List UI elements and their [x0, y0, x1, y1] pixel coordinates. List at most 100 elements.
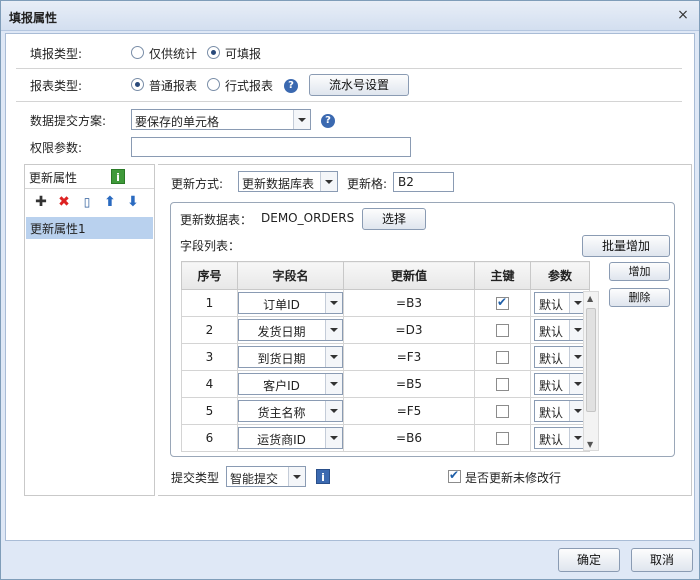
param-select[interactable]: 默认	[533, 427, 587, 449]
help-icon[interactable]: ?	[321, 114, 335, 128]
update-value-cell[interactable]: =F3	[343, 343, 475, 371]
fill-properties-dialog: 填报属性 × 填报类型: 仅供统计 可填报 报表类型: 普通报表 行式报表 ? …	[0, 0, 700, 580]
chevron-down-icon[interactable]	[325, 428, 342, 448]
serial-number-settings-button[interactable]: 流水号设置	[309, 74, 409, 96]
primary-key-checkbox[interactable]	[496, 351, 509, 364]
update-unmodified-label[interactable]: 是否更新未修改行	[465, 469, 561, 486]
table-row[interactable]: 6 运货商ID =B6 默认	[181, 424, 590, 452]
radio-stat-only[interactable]	[131, 46, 144, 59]
remove-field-button[interactable]: 删除	[609, 288, 670, 307]
radio-stat-only-label[interactable]: 仅供统计	[149, 45, 197, 62]
move-up-icon[interactable]: ⬆	[103, 194, 117, 210]
radio-normal-report[interactable]	[131, 78, 144, 91]
permission-input[interactable]	[131, 137, 411, 157]
chevron-down-icon[interactable]	[325, 374, 342, 394]
row-number: 4	[181, 370, 238, 398]
param-cell: 默认	[530, 370, 590, 398]
scroll-down-icon[interactable]: ▼	[587, 440, 593, 449]
field-name-select[interactable]: 运货商ID	[238, 427, 343, 449]
cancel-button[interactable]: 取消	[631, 548, 693, 572]
field-name-select[interactable]: 订单ID	[238, 292, 343, 314]
chevron-down-icon[interactable]	[293, 110, 310, 129]
field-name-value: 到货日期	[257, 352, 306, 366]
field-name-select[interactable]: 货主名称	[238, 400, 343, 422]
col-header: 参数	[530, 261, 590, 290]
submit-plan-select[interactable]: 要保存的单元格	[131, 109, 311, 130]
update-cell-input[interactable]: B2	[393, 172, 454, 192]
help-icon[interactable]: ?	[284, 79, 298, 93]
list-item[interactable]: 更新属性1	[26, 217, 153, 239]
field-name-cell: 客户ID	[237, 370, 344, 398]
delete-icon[interactable]: ✖	[57, 194, 71, 210]
chevron-down-icon[interactable]	[325, 347, 342, 367]
submit-plan-label: 数据提交方案:	[30, 114, 107, 128]
primary-key-checkbox[interactable]	[496, 432, 509, 445]
radio-normal-report-label[interactable]: 普通报表	[149, 77, 197, 94]
title-bar: 填报属性 ×	[1, 1, 699, 31]
panel-title: 更新属性	[29, 171, 78, 185]
table-row[interactable]: 2 发货日期 =D3 默认	[181, 316, 590, 344]
scroll-up-icon[interactable]: ▲	[587, 294, 593, 303]
radio-row-report-label[interactable]: 行式报表	[225, 77, 273, 94]
info-icon[interactable]: i	[316, 469, 330, 484]
primary-key-checkbox[interactable]	[496, 295, 509, 310]
update-mode-value: 更新数据库表	[242, 177, 315, 191]
primary-key-checkbox[interactable]	[496, 324, 509, 337]
param-select[interactable]: 默认	[533, 400, 587, 422]
primary-key-checkbox[interactable]	[496, 405, 509, 418]
chevron-down-icon[interactable]	[325, 401, 342, 421]
info-icon[interactable]: i	[111, 169, 125, 184]
table-row[interactable]: 4 客户ID =B5 默认	[181, 370, 590, 398]
update-value-cell[interactable]: =B6	[343, 424, 475, 452]
radio-row-report[interactable]	[207, 78, 220, 91]
radio-fillable-label[interactable]: 可填报	[225, 45, 261, 62]
fill-type-label: 填报类型:	[30, 47, 83, 61]
update-value-cell[interactable]: =B5	[343, 370, 475, 398]
select-table-button[interactable]: 选择	[362, 208, 426, 230]
primary-key-checkbox[interactable]	[496, 378, 509, 391]
chevron-down-icon[interactable]	[325, 320, 342, 340]
grid-scrollbar[interactable]: ▲ ▼	[583, 291, 599, 451]
add-icon[interactable]: ✚	[34, 194, 48, 210]
update-table-name: DEMO_ORDERS	[261, 211, 355, 225]
primary-key-cell	[474, 424, 531, 452]
copy-icon[interactable]: ▯	[80, 194, 94, 210]
table-row[interactable]: 5 货主名称 =F5 默认	[181, 397, 590, 425]
col-header: 字段名	[237, 261, 344, 290]
param-select[interactable]: 默认	[533, 346, 587, 368]
update-mode-select[interactable]: 更新数据库表	[238, 171, 338, 192]
close-icon[interactable]: ×	[675, 7, 691, 23]
chevron-down-icon[interactable]	[325, 293, 342, 313]
report-type-label: 报表类型:	[30, 79, 83, 93]
update-mode-label: 更新方式:	[171, 177, 224, 191]
radio-fillable[interactable]	[207, 46, 220, 59]
update-value-cell[interactable]: =F5	[343, 397, 475, 425]
param-select[interactable]: 默认	[533, 292, 587, 314]
chevron-down-icon[interactable]	[320, 172, 337, 191]
param-select[interactable]: 默认	[533, 319, 587, 341]
batch-add-button[interactable]: 批量增加	[582, 235, 670, 257]
col-header: 主键	[474, 261, 531, 290]
param-value: 默认	[538, 406, 563, 420]
update-unmodified-checkbox[interactable]	[448, 468, 461, 483]
ok-button[interactable]: 确定	[558, 548, 620, 572]
divider	[16, 68, 682, 69]
field-name-select[interactable]: 到货日期	[238, 346, 343, 368]
primary-key-cell	[474, 316, 531, 344]
table-row[interactable]: 3 到货日期 =F3 默认	[181, 343, 590, 371]
field-name-select[interactable]: 发货日期	[238, 319, 343, 341]
update-value-cell[interactable]: =B3	[343, 289, 475, 317]
move-down-icon[interactable]: ⬇	[126, 194, 140, 210]
scroll-thumb[interactable]	[586, 308, 596, 412]
param-value: 默认	[538, 352, 563, 366]
field-name-select[interactable]: 客户ID	[238, 373, 343, 395]
add-field-button[interactable]: 增加	[609, 262, 670, 281]
field-name-cell: 发货日期	[237, 316, 344, 344]
submit-type-select[interactable]: 智能提交	[226, 466, 306, 487]
param-select[interactable]: 默认	[533, 373, 587, 395]
update-value-cell[interactable]: =D3	[343, 316, 475, 344]
chevron-down-icon[interactable]	[288, 467, 305, 486]
field-name-value: 订单ID	[263, 298, 300, 312]
table-row[interactable]: 1 订单ID =B3 默认	[181, 289, 590, 317]
submit-type-label: 提交类型	[171, 471, 220, 485]
